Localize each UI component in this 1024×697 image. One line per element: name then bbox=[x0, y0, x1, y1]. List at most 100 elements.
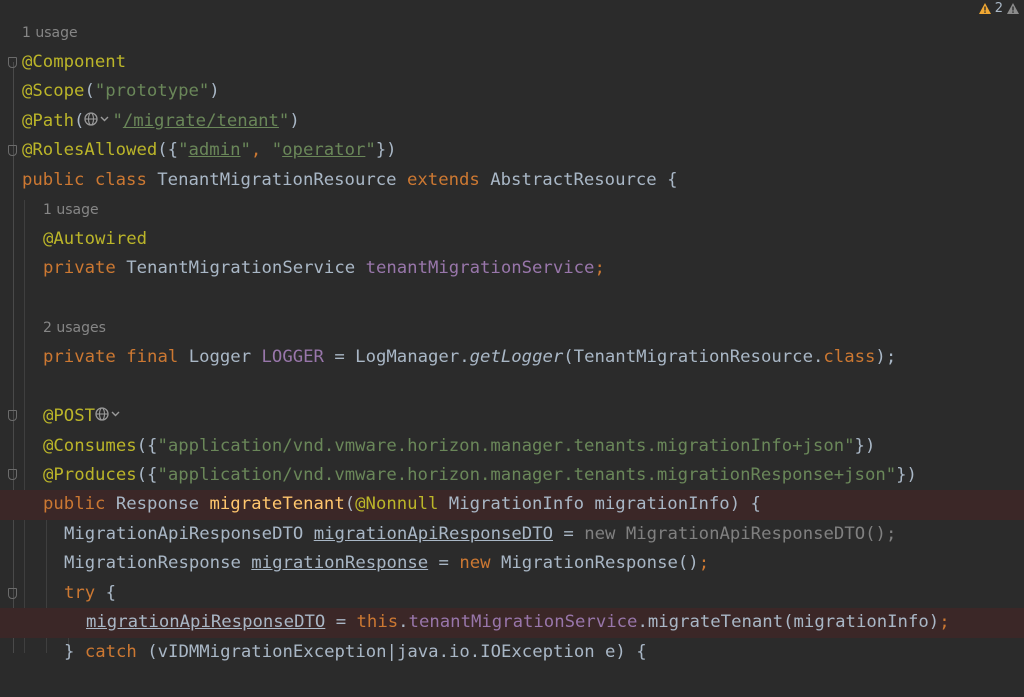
role-link[interactable]: admin bbox=[188, 140, 240, 160]
code-line: @Produces({"application/vnd.vmware.horiz… bbox=[0, 461, 1024, 491]
keyword: new bbox=[459, 553, 491, 573]
keyword: public bbox=[22, 170, 85, 190]
field-name[interactable]: tenantMigrationService bbox=[409, 612, 638, 632]
string-literal: "application/vnd.vmware.horizon.manager.… bbox=[157, 465, 897, 485]
role-link[interactable]: operator bbox=[282, 140, 365, 160]
punct: ; bbox=[698, 553, 710, 573]
usage-hint[interactable]: 1 usage bbox=[43, 196, 99, 226]
type-name[interactable]: MigrationApiResponseDTO bbox=[64, 524, 303, 544]
warning-triangle-icon bbox=[1007, 2, 1019, 14]
variable-name[interactable]: migrationApiResponseDTO bbox=[86, 612, 325, 632]
punct: }) bbox=[854, 436, 876, 456]
keyword: this bbox=[356, 612, 399, 632]
warning-triangle-icon bbox=[978, 2, 991, 14]
code-line-highlighted: public Response migrateTenant(@Nonnull M… bbox=[0, 490, 1024, 520]
globe-dropdown-icon[interactable] bbox=[95, 406, 123, 422]
punct: ( bbox=[84, 81, 95, 101]
unused-assignment: new MigrationApiResponseDTO(); bbox=[584, 524, 897, 544]
keyword: final bbox=[126, 347, 179, 367]
string-quote: " bbox=[112, 111, 123, 131]
string-quote: " bbox=[278, 111, 290, 131]
punct: ( bbox=[344, 494, 356, 514]
code-text: = bbox=[325, 612, 357, 632]
code-line: 1 usage bbox=[0, 196, 1024, 226]
code-line: public class TenantMigrationResource ext… bbox=[0, 166, 1024, 196]
type-name[interactable]: TenantMigrationService bbox=[126, 258, 355, 278]
variable-name[interactable]: migrationApiResponseDTO bbox=[314, 524, 553, 544]
keyword: catch bbox=[84, 642, 137, 662]
warning-count: 2 bbox=[994, 0, 1003, 16]
super-class[interactable]: AbstractResource bbox=[490, 170, 656, 190]
variable-name[interactable]: migrationResponse bbox=[251, 553, 428, 573]
type-name[interactable]: MigrationResponse bbox=[64, 553, 241, 573]
code-line: try { bbox=[0, 579, 1024, 609]
keyword: extends bbox=[406, 170, 480, 190]
field-name[interactable]: LOGGER bbox=[262, 347, 324, 367]
code-line: 1 usage bbox=[0, 19, 1024, 49]
string-quote: " bbox=[240, 140, 251, 160]
code-line: @Path( "/migrate/tenant") bbox=[0, 107, 1024, 137]
punct: ) bbox=[209, 81, 220, 101]
field-name[interactable]: tenantMigrationService bbox=[366, 258, 595, 278]
punct: ({ bbox=[136, 436, 158, 456]
code-text: = LogManager. bbox=[323, 347, 470, 367]
punct: ; bbox=[939, 612, 950, 632]
string-quote: " bbox=[365, 140, 376, 160]
code-text: MigrationInfo migrationInfo) { bbox=[448, 494, 761, 514]
type-name[interactable]: Logger bbox=[189, 347, 251, 367]
code-text: = bbox=[428, 553, 460, 573]
code-line-highlighted: migrationApiResponseDTO = this.tenantMig… bbox=[0, 608, 1024, 638]
code-text: MigrationResponse() bbox=[501, 553, 699, 573]
keyword: try bbox=[64, 583, 96, 603]
string-quote: " bbox=[271, 140, 283, 160]
code-line: private final Logger LOGGER = LogManager… bbox=[0, 343, 1024, 373]
code-text: (TenantMigrationResource. bbox=[563, 347, 824, 367]
annotation: @RolesAllowed bbox=[22, 140, 158, 160]
globe-dropdown-icon[interactable] bbox=[84, 111, 112, 127]
punct: . bbox=[398, 612, 409, 632]
keyword: private bbox=[43, 258, 116, 278]
punct: ({ bbox=[157, 140, 179, 160]
method-call[interactable]: getLogger bbox=[470, 347, 564, 367]
punct: ) bbox=[289, 111, 300, 131]
punct: ({ bbox=[136, 465, 158, 485]
inspection-widget[interactable]: 2 bbox=[978, 0, 1024, 16]
annotation: @POST bbox=[43, 406, 96, 426]
code-text: .migrateTenant(migrationInfo) bbox=[637, 612, 940, 632]
punct: ; bbox=[594, 258, 605, 278]
usage-hint[interactable]: 1 usage bbox=[22, 19, 78, 49]
code-text: = bbox=[553, 524, 585, 544]
punct: { bbox=[95, 583, 117, 603]
code-line: @POST bbox=[0, 402, 1024, 432]
code-line: @RolesAllowed({"admin", "operator"}) bbox=[0, 136, 1024, 166]
code-line: 2 usages bbox=[0, 314, 1024, 344]
annotation: @Autowired bbox=[43, 229, 148, 249]
annotation: @Nonnull bbox=[355, 494, 439, 514]
keyword: class bbox=[94, 170, 147, 190]
string-literal: "application/vnd.vmware.horizon.manager.… bbox=[157, 436, 855, 456]
punct: }) bbox=[896, 465, 917, 485]
string-literal: "prototype" bbox=[94, 81, 210, 101]
annotation: @Component bbox=[22, 52, 127, 72]
usage-hint[interactable]: 2 usages bbox=[43, 314, 106, 344]
annotation: @Scope bbox=[22, 81, 85, 101]
method-name[interactable]: migrateTenant bbox=[209, 494, 344, 514]
punct: ( bbox=[74, 111, 85, 131]
type-name[interactable]: Response bbox=[116, 494, 199, 514]
class-name[interactable]: TenantMigrationResource bbox=[157, 170, 396, 190]
annotation: @Path bbox=[22, 111, 75, 131]
code-line: @Component bbox=[0, 48, 1024, 78]
keyword: public bbox=[43, 494, 106, 514]
punct: , bbox=[250, 140, 272, 160]
punct: { bbox=[656, 170, 678, 190]
code-line: @Scope("prototype") bbox=[0, 77, 1024, 107]
code-line: @Consumes({"application/vnd.vmware.horiz… bbox=[0, 432, 1024, 462]
annotation: @Produces bbox=[43, 465, 137, 485]
code-line: @Autowired bbox=[0, 225, 1024, 255]
punct: } bbox=[64, 642, 85, 662]
annotation: @Consumes bbox=[43, 436, 137, 456]
path-link[interactable]: /migrate/tenant bbox=[123, 111, 279, 131]
keyword: class bbox=[823, 347, 876, 367]
keyword: private bbox=[43, 347, 116, 367]
code-line: MigrationApiResponseDTO migrationApiResp… bbox=[0, 520, 1024, 550]
